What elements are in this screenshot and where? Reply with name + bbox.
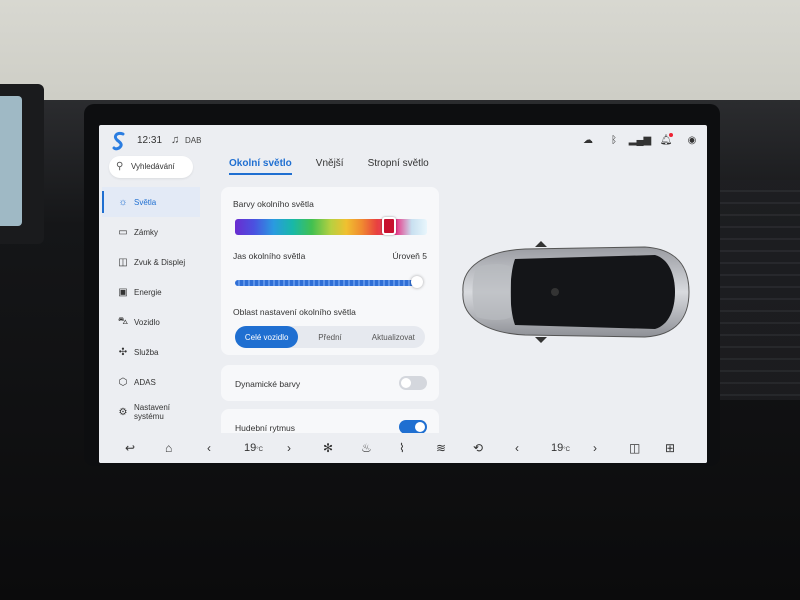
sidebar-item-label: Zvuk & Displej — [134, 257, 186, 267]
brightness-slider-handle[interactable] — [411, 276, 423, 288]
search-placeholder: Vyhledávání — [131, 162, 175, 171]
color-label: Barvy okolního světla — [233, 199, 314, 209]
sidebar-item-adas[interactable]: ⬡ ADAS — [102, 367, 200, 397]
notification-dot — [669, 133, 673, 137]
profile-icon[interactable]: ◉ — [685, 133, 699, 147]
area-option-whole-vehicle[interactable]: Celé vozidlo — [235, 326, 299, 348]
bluetooth-icon[interactable]: ᛒ — [607, 133, 621, 147]
dynamic-colors-label: Dynamické barvy — [235, 379, 301, 389]
tab-bar: Okolní světlo Vnější Stropní světlo — [229, 158, 429, 175]
car-icon: ⛍ — [117, 315, 129, 327]
sidebar-item-label: Světla — [134, 197, 157, 207]
color-spectrum-slider[interactable] — [235, 217, 427, 235]
service-icon: ✣ — [118, 346, 128, 358]
sidebar-item-sound-display[interactable]: ◫ Zvuk & Displej — [102, 247, 200, 277]
sidebar-item-label: Vozidlo — [134, 317, 160, 327]
area-option-update[interactable]: Aktualizovat — [362, 326, 425, 348]
sidebar-item-label: Energie — [134, 287, 162, 297]
split-screen-icon[interactable]: ◫ — [629, 441, 640, 455]
radio-source: DAB — [185, 136, 202, 145]
home-icon[interactable]: ⌂ — [165, 441, 172, 455]
sidebar-item-label: Služba — [134, 347, 159, 357]
sidebar-item-system-settings[interactable]: ⚙ Nastavení systému — [102, 397, 200, 427]
right-temperature-value: 19 — [551, 442, 564, 454]
back-icon[interactable]: ↩ — [125, 441, 135, 455]
tab-ambient-light[interactable]: Okolní světlo — [229, 158, 292, 175]
fan-icon[interactable]: ✻ — [323, 441, 333, 455]
clock: 12:31 — [137, 135, 163, 146]
bottom-climate-bar: ↩ ⌂ ‹ 19°C › ✻ ♨ ⌇ ≋ ⟲ ‹ 19°C › ◫ ⊞ — [99, 433, 707, 463]
sidebar-item-label: Nastavení systému — [134, 403, 171, 421]
sidebar-item-label: Zámky — [134, 227, 158, 237]
chevron-right-icon[interactable]: › — [287, 441, 291, 455]
sidebar-item-energy[interactable]: ▣ Energie — [102, 277, 200, 307]
signal-icon: ▂▄▆ — [628, 134, 652, 146]
adas-icon: ⬡ — [118, 376, 128, 388]
area-label: Oblast nastavení okolního světla — [233, 307, 356, 317]
recirculation-icon[interactable]: ⟲ — [473, 441, 483, 455]
temperature-unit: °C — [256, 447, 263, 453]
ambient-light-card: Barvy okolního světla Jas okolního světl… — [221, 187, 439, 355]
toggle-knob — [415, 422, 425, 432]
infotainment-screen: 12:31 ♫ DAB ☁ ᛒ ▂▄▆ 🔔︎ ◉ ⚲ Vyhledávání ☼… — [99, 125, 707, 463]
brightness-slider[interactable] — [235, 276, 423, 288]
music-rhythm-toggle[interactable] — [399, 420, 427, 434]
sidebar-item-service[interactable]: ✣ Služba — [102, 337, 200, 367]
seat-vent-icon[interactable]: ⌇ — [399, 441, 405, 455]
left-temperature[interactable]: 19°C — [244, 442, 263, 454]
battery-icon: ▣ — [118, 286, 128, 298]
music-note-icon: ♫ — [171, 134, 180, 146]
air-vent — [720, 180, 800, 400]
speaker-icon: ◫ — [118, 256, 128, 268]
apps-grid-icon[interactable]: ⊞ — [665, 441, 675, 455]
settings-icon: ⚙ — [118, 406, 128, 418]
chevron-right-icon[interactable]: › — [593, 441, 597, 455]
sidebar-item-vehicle[interactable]: ⛍ Vozidlo — [102, 307, 200, 337]
brightness-label: Jas okolního světla — [233, 251, 306, 261]
music-rhythm-label: Hudební rytmus — [235, 423, 295, 433]
color-selector-handle[interactable] — [381, 217, 396, 235]
instrument-cluster — [0, 84, 44, 244]
search-icon: ⚲ — [116, 161, 124, 172]
dynamic-colors-toggle[interactable] — [399, 376, 427, 390]
right-temperature[interactable]: 19°C — [551, 442, 570, 454]
chevron-left-icon[interactable]: ‹ — [207, 441, 211, 455]
brightness-value: Úroveň 5 — [392, 251, 428, 261]
chevron-left-icon[interactable]: ‹ — [515, 441, 519, 455]
door-icon: ▭ — [118, 226, 128, 238]
sidebar-item-locks[interactable]: ▭ Zámky — [102, 217, 200, 247]
sun-icon: ☼ — [118, 196, 128, 208]
sidebar-item-label: ADAS — [134, 377, 156, 387]
search-input[interactable]: ⚲ Vyhledávání — [109, 156, 193, 178]
seat-heat-icon[interactable]: ♨ — [361, 441, 372, 455]
instrument-cluster-glass — [0, 96, 22, 226]
area-option-front[interactable]: Přední — [298, 326, 361, 348]
status-bar: 12:31 ♫ DAB ☁ ᛒ ▂▄▆ 🔔︎ ◉ — [99, 125, 707, 157]
tab-exterior[interactable]: Vnější — [316, 158, 344, 175]
defrost-front-icon[interactable]: ≋ — [436, 441, 446, 455]
dynamic-colors-row: Dynamické barvy — [221, 365, 439, 401]
bell-icon[interactable]: 🔔︎ — [659, 133, 673, 147]
sidebar-item-lights[interactable]: ☼ Světla — [102, 187, 200, 217]
temperature-unit: °C — [563, 447, 570, 453]
tab-ceiling-light[interactable]: Stropní světlo — [368, 158, 429, 175]
lock-cloud-icon[interactable]: ☁ — [581, 133, 595, 147]
sidebar: ☼ Světla ▭ Zámky ◫ Zvuk & Displej ▣ Ener… — [102, 187, 200, 427]
left-temperature-value: 19 — [244, 442, 257, 454]
background-wall — [0, 0, 800, 108]
toggle-knob — [401, 378, 411, 388]
car-top-view-image — [462, 241, 690, 343]
brand-logo — [112, 132, 125, 151]
area-segmented-control: Celé vozidlo Přední Aktualizovat — [235, 326, 425, 348]
